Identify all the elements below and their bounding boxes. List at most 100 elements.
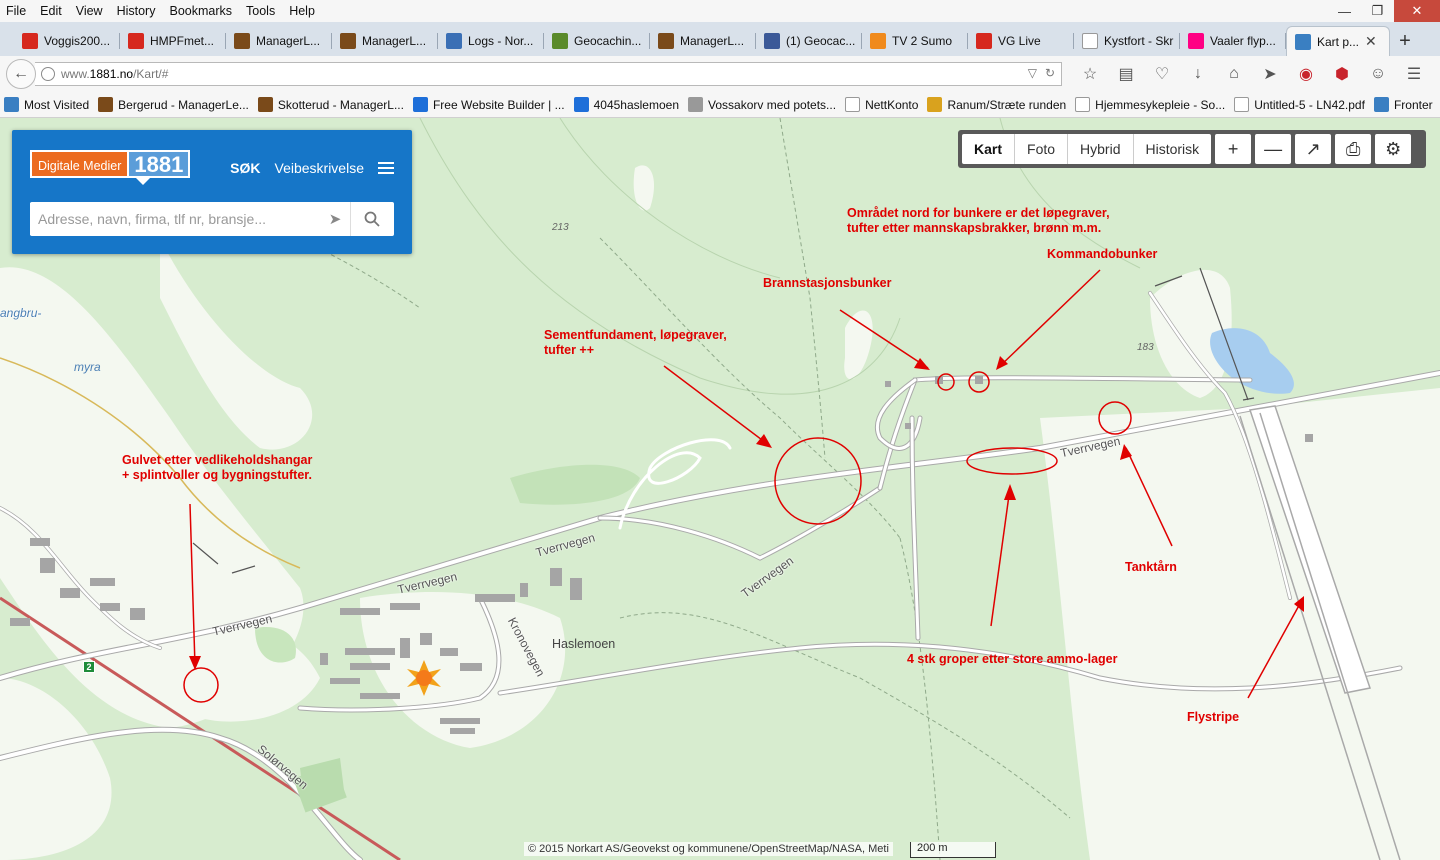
bookmark-favicon-icon <box>412 97 428 112</box>
menu-history[interactable]: History <box>110 0 163 22</box>
annotation-kommandobunker: Kommandobunker <box>1047 247 1158 261</box>
bookmark-item[interactable]: Untitled-5 - LN42.pdf <box>1234 97 1365 112</box>
pocket-icon[interactable]: ♡ <box>1144 64 1180 84</box>
bookmark-favicon-icon <box>927 97 943 112</box>
restore-icon[interactable]: ❐ <box>1361 0 1394 22</box>
tab[interactable]: Vaaler flyp... <box>1180 26 1286 56</box>
tab[interactable]: Logs - Nor... <box>438 26 544 56</box>
tab-strip: Voggis200... HMPFmet... ManagerL... Manager… <box>0 22 1440 56</box>
tab[interactable]: ManagerL... <box>332 26 438 56</box>
menu-hamburger-icon[interactable]: ☰ <box>1396 64 1432 84</box>
annotation-line: Gulvet etter vedlikeholdshangar <box>122 453 313 467</box>
hamburger-menu-icon[interactable] <box>378 162 394 174</box>
tab[interactable]: VG Live <box>968 26 1074 56</box>
building <box>320 653 328 665</box>
bookmark-star-icon[interactable]: ☆ <box>1072 64 1108 84</box>
bookmark-item[interactable]: Most Visited <box>4 97 89 112</box>
minimize-icon[interactable]: — <box>1328 0 1361 22</box>
tab[interactable]: Kystfort - Skriv... <box>1074 26 1180 56</box>
menu-help[interactable]: Help <box>282 0 322 22</box>
download-icon[interactable]: ↓ <box>1180 64 1216 84</box>
chat-icon[interactable]: ☺ <box>1360 64 1396 84</box>
tab[interactable]: HMPFmet... <box>120 26 226 56</box>
annotation-sementfundament: Sementfundament, løpegraver, tufter ++ <box>544 328 727 358</box>
tv2-icon <box>870 33 886 49</box>
building <box>475 594 515 602</box>
contour-line <box>559 118 781 279</box>
veibeskrivelse-tab[interactable]: Veibeskrivelse <box>275 160 365 176</box>
reload-icon[interactable]: ↻ <box>1045 66 1055 80</box>
bookmark-item[interactable]: Vossakorv med potets... <box>688 97 836 112</box>
logo-1881[interactable]: Digitale Medier 1881 <box>30 150 191 188</box>
location-arrow-icon[interactable]: ➤ <box>320 202 350 236</box>
menu-edit[interactable]: Edit <box>33 0 69 22</box>
building <box>130 608 145 620</box>
bookmark-favicon-icon <box>845 97 861 112</box>
annotation-brannstasjonsbunker: Brannstasjonsbunker <box>763 276 892 290</box>
zoom-out-button[interactable]: — <box>1255 134 1292 164</box>
menu-file[interactable]: File <box>0 0 33 22</box>
arrow-icon <box>446 33 462 49</box>
place-label-myra: myra <box>74 360 101 374</box>
elevation-label: 213 <box>552 222 569 233</box>
zoom-in-button[interactable]: + <box>1215 134 1252 164</box>
map-type-hybrid[interactable]: Hybrid <box>1068 134 1134 164</box>
sok-tab[interactable]: SØK <box>230 160 260 176</box>
building <box>40 558 55 573</box>
tab[interactable]: ManagerL... <box>650 26 756 56</box>
open-land-area <box>1040 388 1440 860</box>
dropdown-history-icon[interactable]: ▽ <box>1028 66 1037 80</box>
pinterest-icon[interactable]: ◉ <box>1288 64 1324 84</box>
adblock-icon[interactable]: ⬢ <box>1324 64 1360 84</box>
send-icon[interactable]: ➤ <box>1252 64 1288 84</box>
tab[interactable]: ManagerL... <box>226 26 332 56</box>
globe-icon <box>41 67 55 81</box>
bookmark-item[interactable]: Bergerud - ManagerLe... <box>98 97 249 112</box>
bookmark-item[interactable]: 4045haslemoen <box>573 97 679 112</box>
share-button[interactable]: ↗ <box>1295 134 1332 164</box>
url-bar[interactable]: www. 1881.no/Kart/# ▽ ↻ <box>35 62 1062 86</box>
home-icon[interactable]: ⌂ <box>1216 64 1252 84</box>
menu-view[interactable]: View <box>69 0 110 22</box>
tab[interactable]: Geocachin... <box>544 26 650 56</box>
menu-tools[interactable]: Tools <box>239 0 282 22</box>
building <box>570 578 582 600</box>
bookmark-item[interactable]: Fronter <box>1373 97 1433 112</box>
menu-bookmarks[interactable]: Bookmarks <box>162 0 239 22</box>
share-icon: ↗ <box>1305 138 1321 159</box>
bookmark-item[interactable]: NettKonto <box>845 97 918 112</box>
bookmark-label: Free Website Builder | ... <box>432 97 565 112</box>
tab-active[interactable]: Kart p... ✕ <box>1286 26 1390 56</box>
search-button[interactable] <box>350 202 392 236</box>
bookmark-label: Ranum/Stræte runden <box>947 97 1067 112</box>
close-tab-icon[interactable]: ✕ <box>1365 33 1377 50</box>
tab[interactable]: Voggis200... <box>14 26 120 56</box>
annotation-line: tufter etter mannskapsbrakker, brønn m.m… <box>847 221 1102 235</box>
print-icon: ⎙ <box>1345 138 1361 159</box>
reading-list-icon[interactable]: ▤ <box>1108 64 1144 84</box>
print-button[interactable]: ⎙ <box>1335 134 1372 164</box>
bookmark-item[interactable]: Hjemmesykepleie - So... <box>1075 97 1225 112</box>
tab[interactable]: (1) Geocac... <box>756 26 862 56</box>
building <box>400 638 410 658</box>
place-label-haslemoen: Haslemoen <box>552 637 616 651</box>
new-tab-button[interactable]: + <box>1390 26 1420 56</box>
search-input[interactable] <box>30 203 320 235</box>
tab[interactable]: TV 2 Sumo <box>862 26 968 56</box>
tab-label: Geocachin... <box>574 34 642 48</box>
tab-label: Voggis200... <box>44 34 111 48</box>
url-host: 1881.no <box>89 67 134 81</box>
building <box>340 608 380 615</box>
bookmark-item[interactable]: Ranum/Stræte runden <box>927 97 1066 112</box>
map-type-foto[interactable]: Foto <box>1015 134 1069 164</box>
bookmark-favicon-icon <box>1234 97 1250 112</box>
bookmark-item[interactable]: Skotterud - ManagerL... <box>257 97 404 112</box>
bookmark-item[interactable]: Free Website Builder | ... <box>412 97 565 112</box>
map-view[interactable]: 213 183 angbru- myra Tverrvegen Tverrveg… <box>0 118 1440 860</box>
settings-button[interactable]: ⚙ <box>1375 134 1412 164</box>
close-window-icon[interactable]: ✕ <box>1394 0 1440 22</box>
map-type-kart[interactable]: Kart <box>962 134 1016 164</box>
map-type-historisk[interactable]: Historisk <box>1134 134 1212 164</box>
menu-bar: File Edit View History Bookmarks Tools H… <box>0 0 1440 22</box>
back-button[interactable]: ← <box>6 59 36 89</box>
